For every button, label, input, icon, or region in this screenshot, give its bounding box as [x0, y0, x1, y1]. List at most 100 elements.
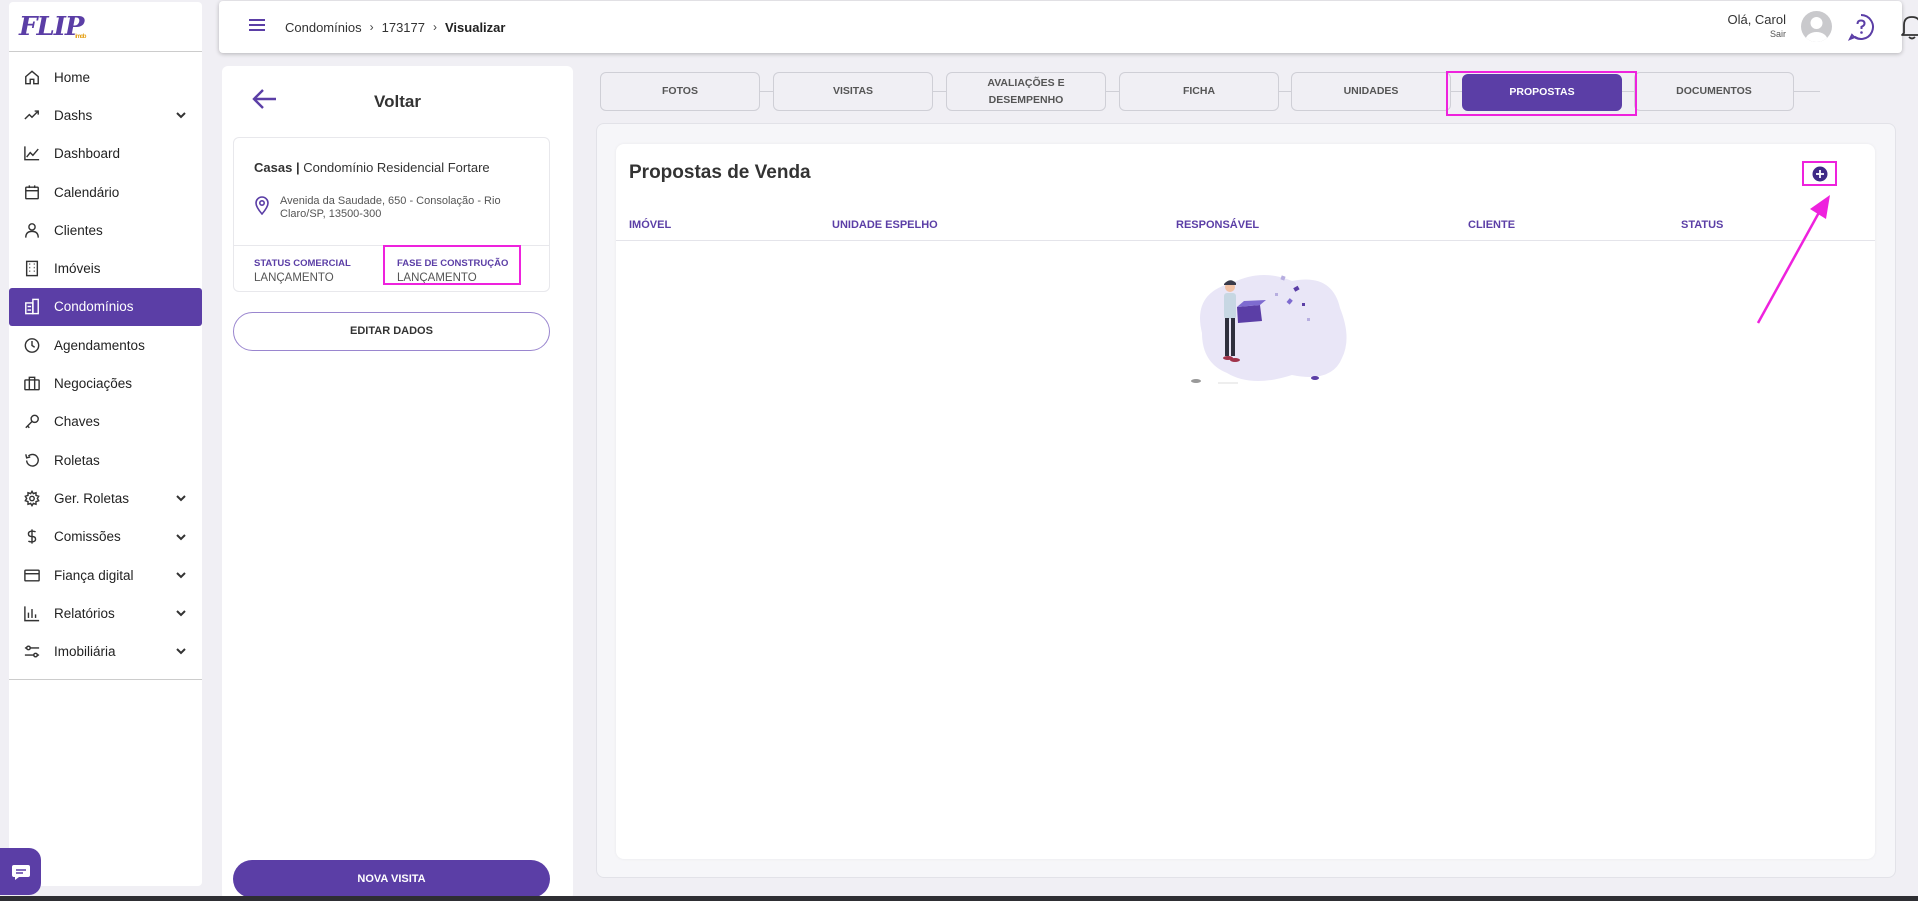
chart-line-icon [24, 146, 40, 162]
tab-unidades[interactable]: UNIDADES [1291, 72, 1451, 111]
tab-label: DOCUMENTOS [1676, 85, 1752, 97]
map-pin-icon [255, 196, 269, 215]
new-visit-button[interactable]: NOVA VISITA [233, 860, 550, 898]
chevron-down-icon[interactable] [175, 569, 187, 584]
tab-documentos[interactable]: DOCUMENTOS [1634, 72, 1794, 111]
chevron-down-icon[interactable] [175, 492, 187, 507]
sidebar-item-label: Imobiliária [54, 644, 116, 660]
column-header-unidade-espelho[interactable]: UNIDADE ESPELHO [832, 219, 938, 231]
home-icon [24, 69, 40, 85]
sidebar-item-dashs[interactable]: Dashs [9, 96, 202, 134]
logo[interactable]: FLIP imob [9, 2, 202, 52]
sidebar-item-comissoes[interactable]: Comissões [9, 518, 202, 556]
tab-ficha[interactable]: FICHA [1119, 72, 1279, 111]
column-header-cliente[interactable]: CLIENTE [1468, 219, 1515, 231]
breadcrumb-item-id[interactable]: 173177 [382, 20, 425, 35]
breadcrumb-item-current: Visualizar [445, 19, 506, 35]
buildings-icon [24, 299, 40, 315]
tab-label: VISITAS [832, 85, 874, 97]
logo-subtext: imob [75, 33, 86, 40]
chevron-down-icon[interactable] [175, 109, 187, 124]
proposals-title: Propostas de Venda [629, 162, 811, 183]
person-icon [24, 222, 40, 238]
sidebar-item-agendamentos[interactable]: Agendamentos [9, 326, 202, 364]
chevron-down-icon[interactable] [175, 531, 187, 546]
sliders-icon [24, 644, 40, 660]
breadcrumb-item-condominios[interactable]: Condomínios [285, 20, 362, 35]
tab-fotos[interactable]: FOTOS [600, 72, 760, 111]
sidebar-item-label: Relatórios [54, 605, 115, 621]
trend-icon [24, 107, 40, 123]
sidebar-item-label: Chaves [54, 414, 100, 430]
breadcrumb-separator-icon: › [369, 20, 374, 34]
sidebar-item-imobiliaria[interactable]: Imobiliária [9, 632, 202, 670]
sidebar-item-label: Negociações [54, 376, 133, 392]
chevron-down-icon[interactable] [175, 607, 187, 622]
sidebar-item-ger-roletas[interactable]: Ger. Roletas [9, 479, 202, 517]
tab-visitas[interactable]: VISITAS [773, 72, 933, 111]
tab-avaliacoes-e-desempenho[interactable]: AVALIAÇÕES E DESEMPENHO [946, 72, 1106, 111]
sidebar-item-roletas[interactable]: Roletas [9, 441, 202, 479]
logout-link[interactable]: Sair [1727, 29, 1786, 39]
chat-widget-button[interactable] [0, 848, 41, 895]
sidebar-item-label: Dashs [54, 107, 93, 123]
chevron-down-icon[interactable] [175, 645, 187, 660]
sidebar-item-clientes[interactable]: Clientes [9, 211, 202, 249]
sidebar-item-label: Calendário [54, 184, 120, 200]
user-greeting: Olá, Carol [1727, 12, 1786, 27]
property-type: Casas [254, 160, 293, 175]
bottom-strip [0, 896, 1918, 901]
sidebar-item-label: Agendamentos [54, 337, 145, 353]
help-icon[interactable] [1847, 13, 1875, 41]
sidebar-item-calendario[interactable]: Calendário [9, 173, 202, 211]
sidebar-item-label: Imóveis [54, 261, 101, 277]
sidebar-item-condominios[interactable]: Condomínios [9, 287, 202, 327]
sidebar-item-label: Ger. Roletas [54, 490, 130, 506]
briefcase-icon [24, 376, 40, 392]
sidebar-item-fianca-digital[interactable]: Fiança digital [9, 556, 202, 594]
sidebar-item-imoveis[interactable]: Imóveis [9, 249, 202, 287]
sidebar-item-home[interactable]: Home [9, 58, 202, 96]
status-comercial-label: STATUS COMERCIAL [254, 258, 351, 269]
dollar-icon [24, 529, 40, 545]
building-icon [24, 260, 40, 277]
user-menu: Olá, Carol Sair [1727, 12, 1786, 39]
key-icon [24, 414, 40, 430]
sidebar-item-label: Dashboard [54, 146, 121, 162]
column-header-imovel[interactable]: IMÓVEL [629, 219, 671, 231]
hamburger-menu-icon[interactable] [249, 18, 267, 37]
status-comercial-value: LANÇAMENTO [254, 272, 334, 284]
sidebar-item-label: Fiança digital [54, 567, 134, 583]
tab-label: UNIDADES [1343, 85, 1399, 97]
sidebar-item-label: Clientes [54, 222, 103, 238]
gear-icon [24, 489, 40, 507]
tab-label: FOTOS [662, 85, 698, 97]
property-title: Casas | Condomínio Residencial Fortare [254, 160, 490, 175]
avatar[interactable] [1801, 11, 1832, 42]
breadcrumb-separator-icon: › [433, 20, 437, 34]
calendar-icon [24, 184, 40, 200]
sidebar-nav: Home Dashs Dashboard Calendário Clientes Imóv… [9, 52, 202, 680]
column-header-status[interactable]: STATUS [1681, 219, 1723, 231]
property-title-separator: | [295, 160, 300, 175]
sidebar-item-chaves[interactable]: Chaves [9, 403, 202, 441]
property-address: Avenida da Saudade, 650 - Consolação - R… [254, 195, 530, 221]
sidebar-item-label: Home [54, 69, 91, 85]
sidebar-item-label: Comissões [54, 529, 121, 545]
notification-bell-icon[interactable] [1899, 13, 1918, 41]
property-panel: Voltar Casas | Condomínio Residencial Fo… [222, 66, 573, 900]
proposals-card: Propostas de Venda IMÓVEL UNIDADE ESPELH… [616, 144, 1875, 859]
sidebar-item-relatorios[interactable]: Relatórios [9, 594, 202, 632]
tab-label: AVALIAÇÕES E DESEMPENHO [987, 76, 1065, 106]
chat-icon [11, 864, 30, 880]
card-icon [24, 567, 40, 583]
edit-data-button[interactable]: EDITAR DADOS [233, 312, 550, 351]
sidebar-item-negociacoes[interactable]: Negociações [9, 364, 202, 402]
column-header-responsavel[interactable]: RESPONSÁVEL [1176, 219, 1259, 231]
back-row: Voltar [222, 66, 573, 136]
sidebar-item-dashboard[interactable]: Dashboard [9, 135, 202, 173]
sidebar: FLIP imob Home Dashs Dashboard Calendário Cli… [9, 2, 202, 886]
back-label[interactable]: Voltar [222, 92, 573, 112]
sidebar-item-label: Condomínios [54, 299, 134, 315]
sidebar-item-label: Roletas [54, 452, 100, 468]
